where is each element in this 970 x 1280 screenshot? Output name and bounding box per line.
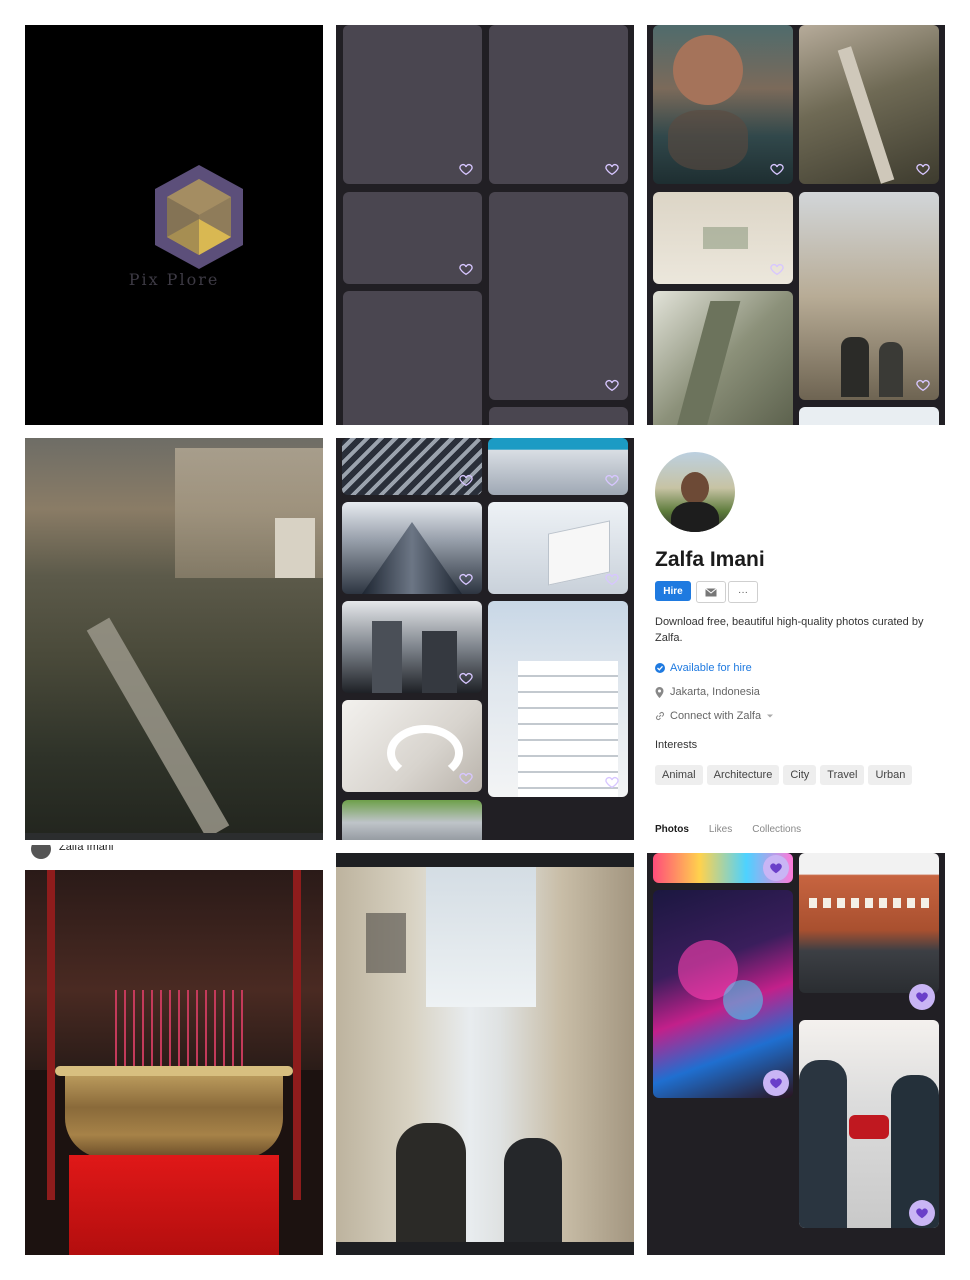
photo-white-building[interactable] bbox=[488, 601, 628, 797]
skeleton-card[interactable] bbox=[343, 291, 482, 425]
heart-icon[interactable] bbox=[915, 161, 931, 177]
hire-button[interactable]: Hire bbox=[655, 581, 691, 601]
splash-screen: Pix Plore bbox=[25, 25, 323, 425]
message-button[interactable] bbox=[696, 581, 726, 603]
avatar[interactable] bbox=[655, 452, 735, 532]
tab-collections[interactable]: Collections bbox=[752, 824, 801, 835]
chevron-down-icon bbox=[767, 714, 774, 718]
photo-partial[interactable] bbox=[799, 407, 939, 425]
photo-feed bbox=[647, 25, 945, 425]
heart-icon[interactable] bbox=[458, 472, 474, 488]
interest-chip[interactable]: Architecture bbox=[706, 765, 780, 785]
liked-feed bbox=[647, 853, 945, 1255]
heart-icon[interactable] bbox=[458, 161, 474, 177]
owner-name: Zalfa Imani bbox=[59, 845, 114, 853]
owner-caption: Zalfa Imani bbox=[25, 845, 323, 867]
profile-tabs: Photos Likes Collections bbox=[655, 824, 801, 835]
brand-name: Pix Plore bbox=[128, 270, 220, 289]
heart-filled-icon[interactable] bbox=[763, 1070, 789, 1096]
avatar[interactable] bbox=[31, 845, 51, 859]
heart-icon[interactable] bbox=[458, 571, 474, 587]
more-button[interactable]: ··· bbox=[728, 581, 758, 603]
interest-chip[interactable]: Urban bbox=[868, 765, 913, 785]
photo-alley-walk[interactable] bbox=[799, 192, 939, 400]
loading-grid bbox=[336, 25, 634, 425]
location-pin-icon bbox=[655, 686, 664, 698]
availability-text[interactable]: Available for hire bbox=[670, 662, 752, 674]
photo-detail-alley[interactable] bbox=[336, 853, 634, 1255]
photo-street-men[interactable] bbox=[799, 1020, 939, 1228]
availability-row: Available for hire bbox=[655, 662, 752, 674]
profile-bio: Download free, beautiful high-quality ph… bbox=[655, 616, 924, 644]
photo-abstract-sculpture[interactable] bbox=[653, 291, 793, 425]
location-text: Jakarta, Indonesia bbox=[670, 686, 760, 698]
location-row: Jakarta, Indonesia bbox=[655, 686, 760, 698]
interest-chip[interactable]: Travel bbox=[820, 765, 865, 785]
photo-detail-incense[interactable] bbox=[25, 870, 323, 1255]
heart-icon[interactable] bbox=[769, 161, 785, 177]
link-icon bbox=[656, 712, 664, 720]
interest-chips: Animal Architecture City Travel Urban bbox=[655, 765, 916, 785]
interests-heading: Interests bbox=[655, 739, 698, 751]
tab-likes[interactable]: Likes bbox=[709, 824, 732, 835]
heart-icon[interactable] bbox=[458, 770, 474, 786]
architecture-feed bbox=[336, 438, 634, 840]
heart-icon[interactable] bbox=[769, 261, 785, 277]
heart-filled-icon[interactable] bbox=[909, 984, 935, 1010]
photo-green-facade[interactable] bbox=[342, 800, 482, 840]
profile-name: Zalfa Imani bbox=[655, 548, 765, 571]
mail-icon bbox=[705, 587, 717, 596]
heart-icon[interactable] bbox=[458, 670, 474, 686]
heart-icon[interactable] bbox=[604, 161, 620, 177]
pixplore-logo-icon bbox=[155, 165, 243, 269]
photo-venice-house[interactable] bbox=[799, 853, 939, 993]
interest-chip[interactable]: Animal bbox=[655, 765, 703, 785]
heart-filled-icon[interactable] bbox=[763, 855, 789, 881]
heart-icon[interactable] bbox=[915, 377, 931, 393]
connect-text: Connect with Zalfa bbox=[670, 710, 762, 722]
check-badge-icon bbox=[655, 663, 665, 673]
photo-neon-shop[interactable] bbox=[653, 890, 793, 1098]
heart-icon[interactable] bbox=[604, 774, 620, 790]
heart-icon[interactable] bbox=[458, 261, 474, 277]
skeleton-card[interactable] bbox=[489, 192, 628, 400]
profile-screen: Zalfa Imani Hire ··· Download free, beau… bbox=[647, 438, 945, 840]
heart-filled-icon[interactable] bbox=[909, 1200, 935, 1226]
heart-icon[interactable] bbox=[604, 377, 620, 393]
heart-icon[interactable] bbox=[604, 571, 620, 587]
heart-icon[interactable] bbox=[604, 472, 620, 488]
skeleton-card[interactable] bbox=[489, 407, 628, 425]
connect-row[interactable]: Connect with Zalfa bbox=[655, 710, 774, 722]
tab-photos[interactable]: Photos bbox=[655, 824, 689, 835]
photo-detail-cliffs[interactable] bbox=[25, 438, 323, 840]
interest-chip[interactable]: City bbox=[783, 765, 817, 785]
